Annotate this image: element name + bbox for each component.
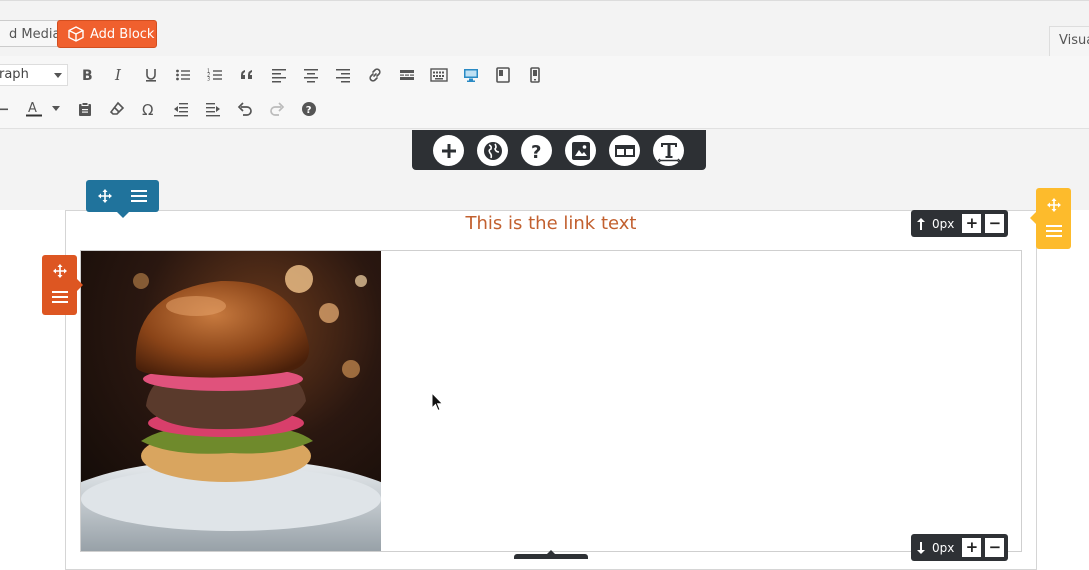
bullet-list-icon[interactable] <box>171 63 195 87</box>
arrow-down-icon <box>917 541 925 554</box>
svg-text:A: A <box>28 101 37 116</box>
move-icon[interactable] <box>1043 196 1065 214</box>
bold-icon[interactable]: B <box>75 63 99 87</box>
chevron-down-icon <box>54 73 62 78</box>
read-more-icon[interactable] <box>395 63 419 87</box>
mouse-cursor-icon <box>431 391 445 416</box>
link-text[interactable]: This is the link text <box>65 213 1037 234</box>
undo-icon[interactable] <box>233 97 257 121</box>
align-center-icon[interactable] <box>299 63 323 87</box>
tablet-view-icon[interactable] <box>491 63 515 87</box>
numbered-list-icon[interactable]: 123 <box>203 63 227 87</box>
decrease-top-padding-button[interactable]: − <box>985 214 1005 233</box>
menu-icon[interactable] <box>49 288 71 306</box>
menu-icon[interactable] <box>128 186 150 206</box>
burger-photo <box>81 251 381 551</box>
special-character-icon[interactable]: Ω <box>137 97 161 121</box>
bottom-padding-value: 0px <box>932 540 955 555</box>
menu-icon[interactable] <box>1043 222 1065 240</box>
keyboard-icon[interactable] <box>427 63 451 87</box>
globe-icon[interactable] <box>477 135 508 166</box>
help-icon[interactable]: ? <box>521 135 552 166</box>
bottom-padding-control: 0px + − <box>911 534 1009 561</box>
text-icon[interactable] <box>653 135 684 166</box>
caret-up-icon <box>546 550 556 555</box>
top-border <box>0 0 1089 1</box>
cube-icon <box>68 26 84 42</box>
row-handle[interactable] <box>42 255 83 315</box>
svg-text:?: ? <box>531 142 541 161</box>
outdent-icon[interactable] <box>169 97 193 121</box>
redo-icon[interactable] <box>265 97 289 121</box>
svg-text:Ω: Ω <box>142 101 153 117</box>
top-padding-control: 0px + − <box>911 210 1009 237</box>
underline-icon[interactable] <box>139 63 163 87</box>
paste-text-icon[interactable] <box>73 97 97 121</box>
chevron-down-icon[interactable] <box>52 106 60 111</box>
image-icon[interactable] <box>565 135 596 166</box>
add-block-button[interactable]: Add Block <box>57 20 157 48</box>
section-handle[interactable] <box>86 180 159 218</box>
top-padding-value: 0px <box>932 216 955 231</box>
svg-text:B: B <box>82 68 93 83</box>
layout-icon[interactable] <box>609 135 640 166</box>
increase-top-padding-button[interactable]: + <box>962 214 982 233</box>
clear-formatting-icon[interactable] <box>105 97 129 121</box>
svg-text:?: ? <box>306 105 312 116</box>
decrease-bottom-padding-button[interactable]: − <box>985 538 1005 557</box>
align-left-icon[interactable] <box>267 63 291 87</box>
tab-visual[interactable]: Visua <box>1049 26 1089 56</box>
add-block-label: Add Block <box>90 27 155 42</box>
align-right-icon[interactable] <box>331 63 355 87</box>
increase-bottom-padding-button[interactable]: + <box>962 538 982 557</box>
desktop-view-icon[interactable] <box>459 63 483 87</box>
module-handle[interactable] <box>1030 188 1071 249</box>
svg-text:3: 3 <box>207 77 210 83</box>
blockquote-icon[interactable] <box>235 63 259 87</box>
horizontal-line-icon[interactable] <box>0 97 14 121</box>
move-icon[interactable] <box>94 186 116 206</box>
block-insert-toolbar: ? <box>412 130 706 170</box>
svg-text:I: I <box>114 67 122 83</box>
format-select-value: raph <box>0 67 29 82</box>
move-icon[interactable] <box>49 262 71 280</box>
text-color-icon[interactable]: A <box>22 97 46 121</box>
link-icon[interactable] <box>363 63 387 87</box>
mobile-view-icon[interactable] <box>523 63 547 87</box>
add-icon[interactable] <box>433 135 464 166</box>
arrow-up-icon <box>917 217 925 230</box>
burger-image[interactable] <box>81 251 381 551</box>
format-select[interactable]: raph <box>0 64 68 86</box>
help-icon[interactable]: ? <box>297 97 321 121</box>
indent-icon[interactable] <box>201 97 225 121</box>
italic-icon[interactable]: I <box>107 63 131 87</box>
